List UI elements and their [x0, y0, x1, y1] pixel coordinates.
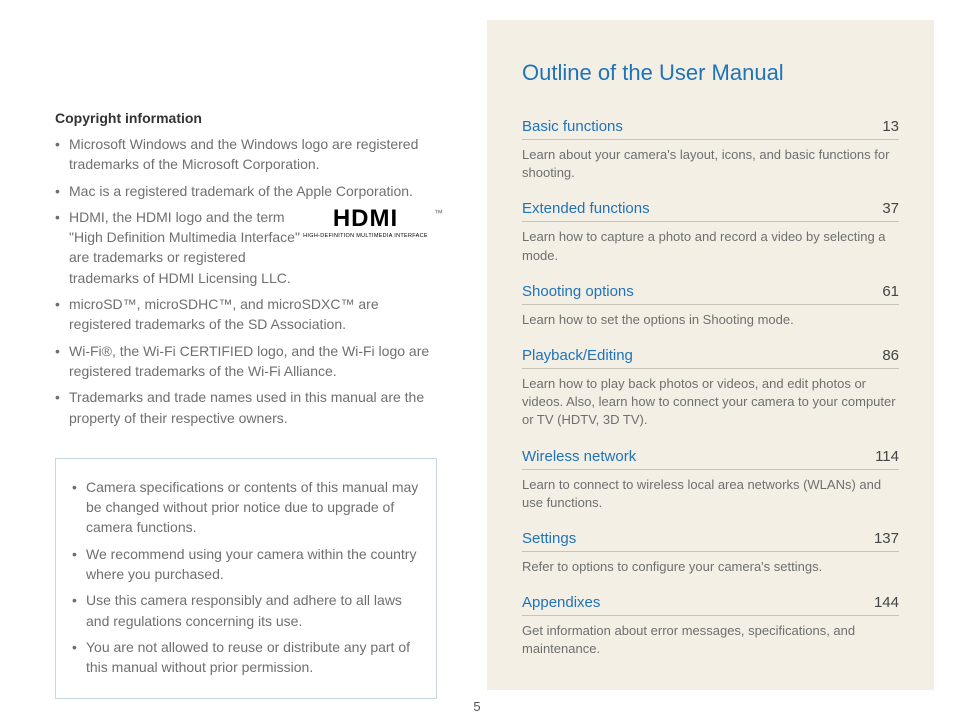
section-desc: Learn how to set the options in Shooting…: [522, 311, 899, 329]
outline-section: Wireless network 114 Learn to connect to…: [522, 448, 899, 512]
copyright-list: Microsoft Windows and the Windows logo a…: [55, 134, 437, 428]
hdmi-tm: ™: [434, 207, 443, 220]
outline-section: Shooting options 61 Learn how to set the…: [522, 283, 899, 329]
copyright-item: Mac is a registered trademark of the App…: [55, 181, 437, 201]
section-title: Extended functions: [522, 200, 650, 217]
section-title: Playback/Editing: [522, 347, 633, 364]
outline-title: Outline of the User Manual: [522, 60, 899, 86]
hdmi-logo-text: HDMI: [333, 205, 398, 232]
hdmi-logo-icon: HDMI™ HIGH-DEFINITION MULTIMEDIA INTERFA…: [298, 207, 433, 241]
copyright-item: microSD™, microSDHC™, and microSDXC™ are…: [55, 294, 437, 335]
section-page: 37: [882, 200, 899, 217]
section-page: 114: [875, 448, 899, 465]
notice-item: Use this camera responsibly and adhere t…: [72, 590, 420, 631]
outline-section: Basic functions 13 Learn about your came…: [522, 118, 899, 182]
copyright-item-hdmi: HDMI, the HDMI logo and the term "High D…: [55, 207, 437, 288]
section-desc: Refer to options to configure your camer…: [522, 558, 899, 576]
copyright-item: Microsoft Windows and the Windows logo a…: [55, 134, 437, 175]
section-header: Playback/Editing 86: [522, 347, 899, 369]
hdmi-bullet-text: HDMI, the HDMI logo and the term "High D…: [69, 207, 314, 288]
section-title: Basic functions: [522, 118, 623, 135]
section-header: Basic functions 13: [522, 118, 899, 140]
notice-list: Camera specifications or contents of thi…: [72, 477, 420, 678]
outline-section: Settings 137 Refer to options to configu…: [522, 530, 899, 576]
left-column: Copyright information Microsoft Windows …: [0, 0, 477, 720]
section-page: 86: [882, 347, 899, 364]
section-title: Appendixes: [522, 594, 600, 611]
section-header: Shooting options 61: [522, 283, 899, 305]
section-desc: Learn how to play back photos or videos,…: [522, 375, 899, 430]
section-desc: Learn to connect to wireless local area …: [522, 476, 899, 512]
section-desc: Learn about your camera's layout, icons,…: [522, 146, 899, 182]
notice-item: Camera specifications or contents of thi…: [72, 477, 420, 538]
outline-section: Extended functions 37 Learn how to captu…: [522, 200, 899, 264]
section-title: Settings: [522, 530, 576, 547]
outline-section: Appendixes 144 Get information about err…: [522, 594, 899, 658]
copyright-heading: Copyright information: [55, 110, 437, 126]
section-desc: Learn how to capture a photo and record …: [522, 228, 899, 264]
section-header: Wireless network 114: [522, 448, 899, 470]
section-title: Wireless network: [522, 448, 636, 465]
outline-panel: Outline of the User Manual Basic functio…: [487, 20, 934, 690]
page-number: 5: [473, 699, 480, 714]
section-header: Extended functions 37: [522, 200, 899, 222]
copyright-item: Trademarks and trade names used in this …: [55, 387, 437, 428]
right-column: Outline of the User Manual Basic functio…: [477, 0, 954, 720]
notice-box: Camera specifications or contents of thi…: [55, 458, 437, 699]
copyright-item: Wi-Fi®, the Wi-Fi CERTIFIED logo, and th…: [55, 341, 437, 382]
section-header: Appendixes 144: [522, 594, 899, 616]
hdmi-subtitle: HIGH-DEFINITION MULTIMEDIA INTERFACE: [298, 233, 433, 241]
section-page: 61: [882, 283, 899, 300]
section-title: Shooting options: [522, 283, 634, 300]
section-page: 144: [874, 594, 899, 611]
section-desc: Get information about error messages, sp…: [522, 622, 899, 658]
section-page: 137: [874, 530, 899, 547]
notice-item: You are not allowed to reuse or distribu…: [72, 637, 420, 678]
section-page: 13: [882, 118, 899, 135]
notice-item: We recommend using your camera within th…: [72, 544, 420, 585]
outline-section: Playback/Editing 86 Learn how to play ba…: [522, 347, 899, 430]
section-header: Settings 137: [522, 530, 899, 552]
